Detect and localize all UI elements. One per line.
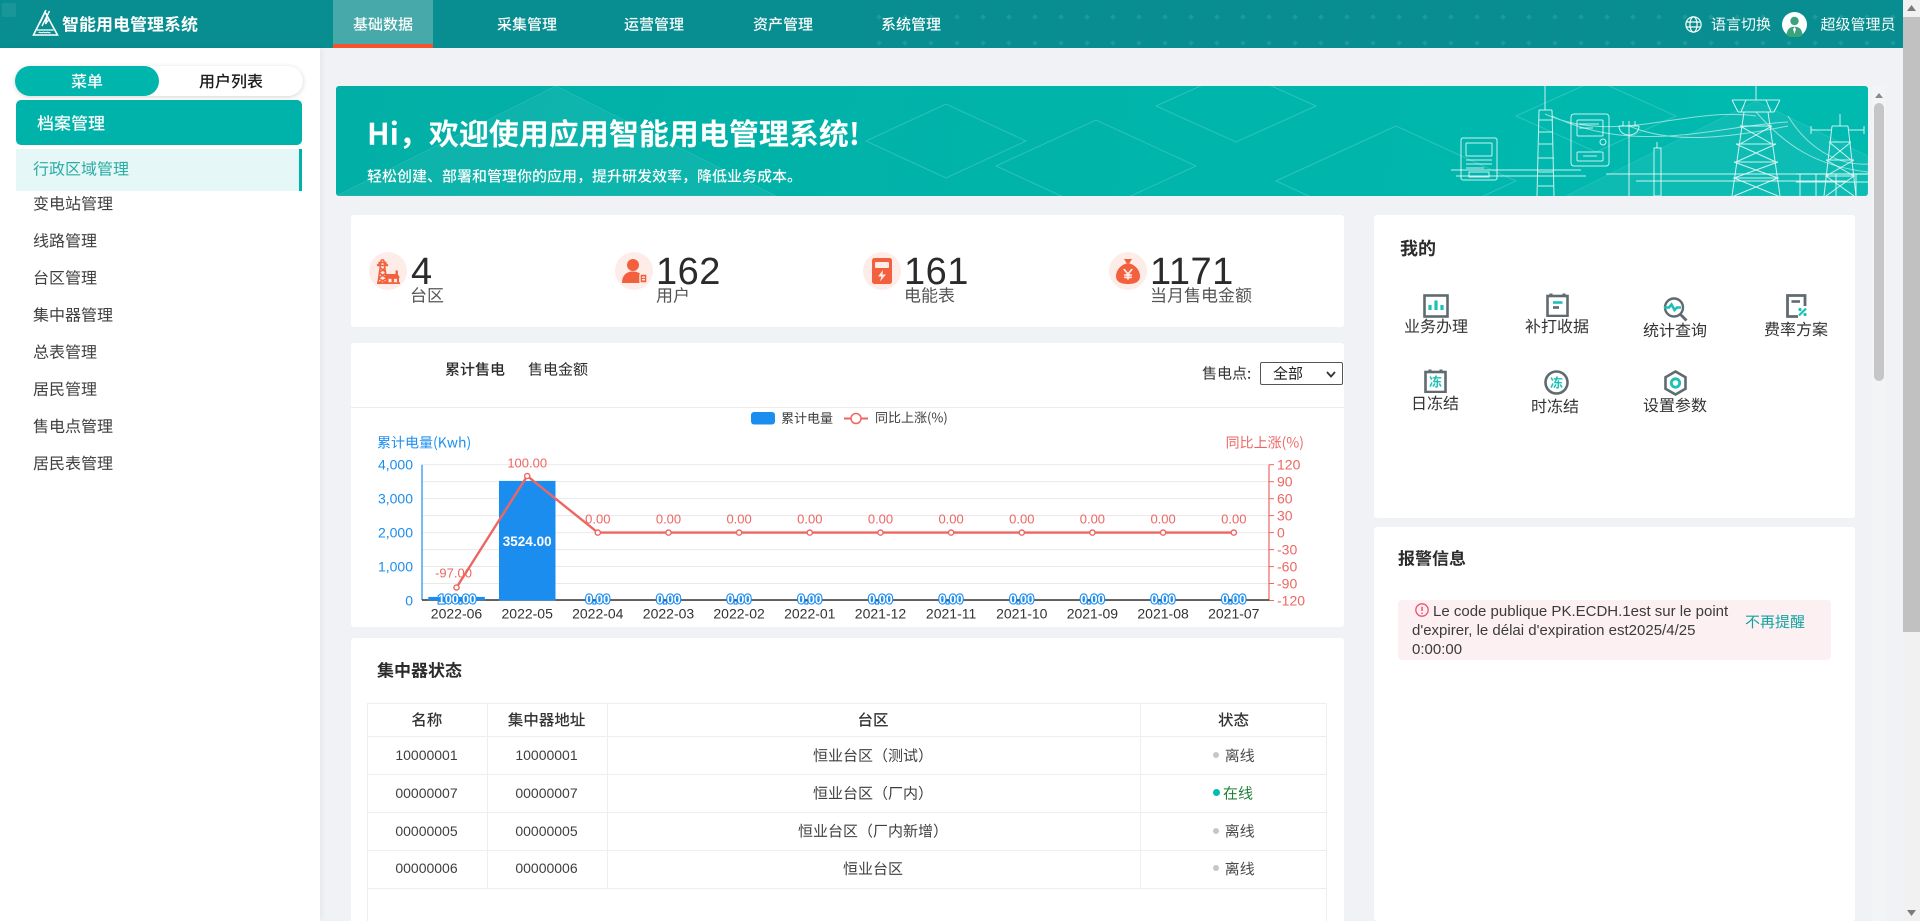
svg-text:2021-08: 2021-08: [1137, 606, 1189, 622]
svg-text:0.00: 0.00: [1151, 593, 1175, 607]
svg-text:-120: -120: [1277, 593, 1305, 609]
svg-text:2022-05: 2022-05: [502, 606, 554, 622]
svg-text:90: 90: [1277, 474, 1293, 490]
svg-text:0.00: 0.00: [1221, 511, 1246, 526]
svg-text:0.00: 0.00: [585, 511, 610, 526]
svg-text:0.00: 0.00: [939, 593, 963, 607]
svg-text:0.00: 0.00: [868, 593, 892, 607]
svg-text:30: 30: [1277, 508, 1293, 524]
svg-text:2021-10: 2021-10: [996, 606, 1048, 622]
svg-text:60: 60: [1277, 491, 1293, 507]
svg-text:120: 120: [1277, 457, 1301, 473]
svg-text:0.00: 0.00: [726, 511, 751, 526]
svg-text:3524.00: 3524.00: [503, 534, 552, 549]
svg-text:0.00: 0.00: [586, 593, 610, 607]
svg-text:-97.00: -97.00: [435, 566, 472, 581]
svg-text:100.00: 100.00: [438, 593, 476, 607]
svg-text:0.00: 0.00: [1222, 593, 1246, 607]
svg-text:2022-06: 2022-06: [431, 606, 483, 622]
svg-text:2021-11: 2021-11: [926, 606, 977, 622]
svg-text:0.00: 0.00: [656, 511, 681, 526]
svg-text:0.00: 0.00: [797, 511, 822, 526]
svg-text:0: 0: [1277, 525, 1285, 541]
svg-text:0.00: 0.00: [938, 511, 963, 526]
svg-text:-60: -60: [1277, 559, 1297, 575]
svg-text:0.00: 0.00: [868, 511, 893, 526]
svg-text:-90: -90: [1277, 576, 1297, 592]
svg-text:3,000: 3,000: [378, 491, 413, 507]
svg-text:2021-12: 2021-12: [855, 606, 907, 622]
svg-text:-30: -30: [1277, 542, 1297, 558]
svg-text:0.00: 0.00: [656, 593, 680, 607]
svg-text:0.00: 0.00: [1010, 593, 1034, 607]
svg-text:2,000: 2,000: [378, 525, 413, 541]
svg-text:4,000: 4,000: [378, 457, 413, 473]
svg-text:100.00: 100.00: [507, 456, 547, 471]
svg-text:2022-02: 2022-02: [713, 606, 765, 622]
svg-text:0.00: 0.00: [1009, 511, 1034, 526]
svg-text:2021-09: 2021-09: [1067, 606, 1119, 622]
svg-text:2021-07: 2021-07: [1208, 606, 1260, 622]
svg-text:2022-03: 2022-03: [643, 606, 695, 622]
svg-text:0.00: 0.00: [727, 593, 751, 607]
svg-text:1,000: 1,000: [378, 559, 413, 575]
svg-text:0.00: 0.00: [1080, 593, 1104, 607]
svg-text:0.00: 0.00: [1080, 511, 1105, 526]
svg-text:2022-01: 2022-01: [784, 606, 836, 622]
svg-text:2022-04: 2022-04: [572, 606, 624, 622]
svg-text:0: 0: [405, 593, 413, 609]
svg-text:0.00: 0.00: [1150, 511, 1175, 526]
svg-text:0.00: 0.00: [798, 593, 822, 607]
